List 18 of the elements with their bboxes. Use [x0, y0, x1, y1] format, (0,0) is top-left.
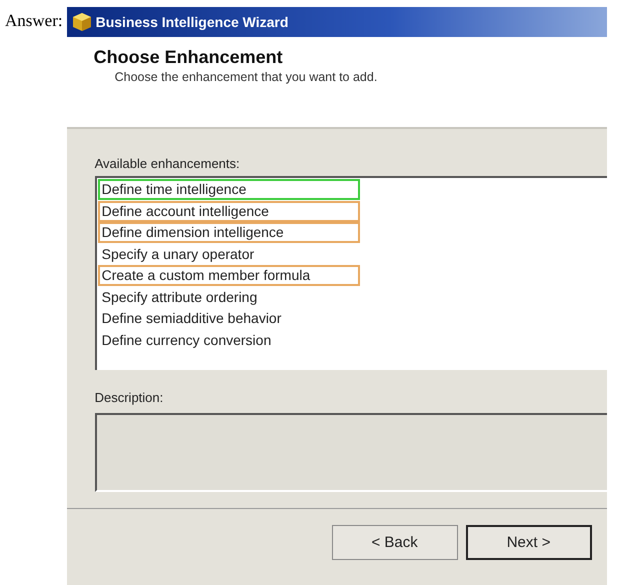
list-label: Available enhancements:: [94, 156, 241, 171]
next-button[interactable]: Next >: [466, 525, 592, 560]
list-item[interactable]: Define semiadditive behavior: [98, 308, 360, 329]
description-label: Description:: [94, 390, 164, 405]
page-subtitle: Choose the enhancement that you want to add.: [114, 70, 378, 84]
list-item[interactable]: Define account intelligence: [98, 200, 360, 222]
list-item[interactable]: Specify a unary operator: [98, 244, 360, 264]
enhancements-list[interactable]: [94, 176, 607, 370]
list-item[interactable]: Define currency conversion: [98, 330, 360, 350]
list-item[interactable]: Define time intelligence: [98, 179, 360, 200]
cube-icon: [72, 12, 92, 32]
back-button[interactable]: < Back: [332, 525, 458, 560]
page-title: Choose Enhancement: [94, 47, 284, 68]
list-item[interactable]: Define dimension intelligence: [98, 222, 360, 243]
list-item[interactable]: Specify attribute ordering: [98, 286, 360, 308]
answer-label: Answer:: [5, 11, 63, 31]
window-title: Business Intelligence Wizard: [96, 14, 288, 30]
list-item[interactable]: Create a custom member formula: [98, 265, 360, 286]
